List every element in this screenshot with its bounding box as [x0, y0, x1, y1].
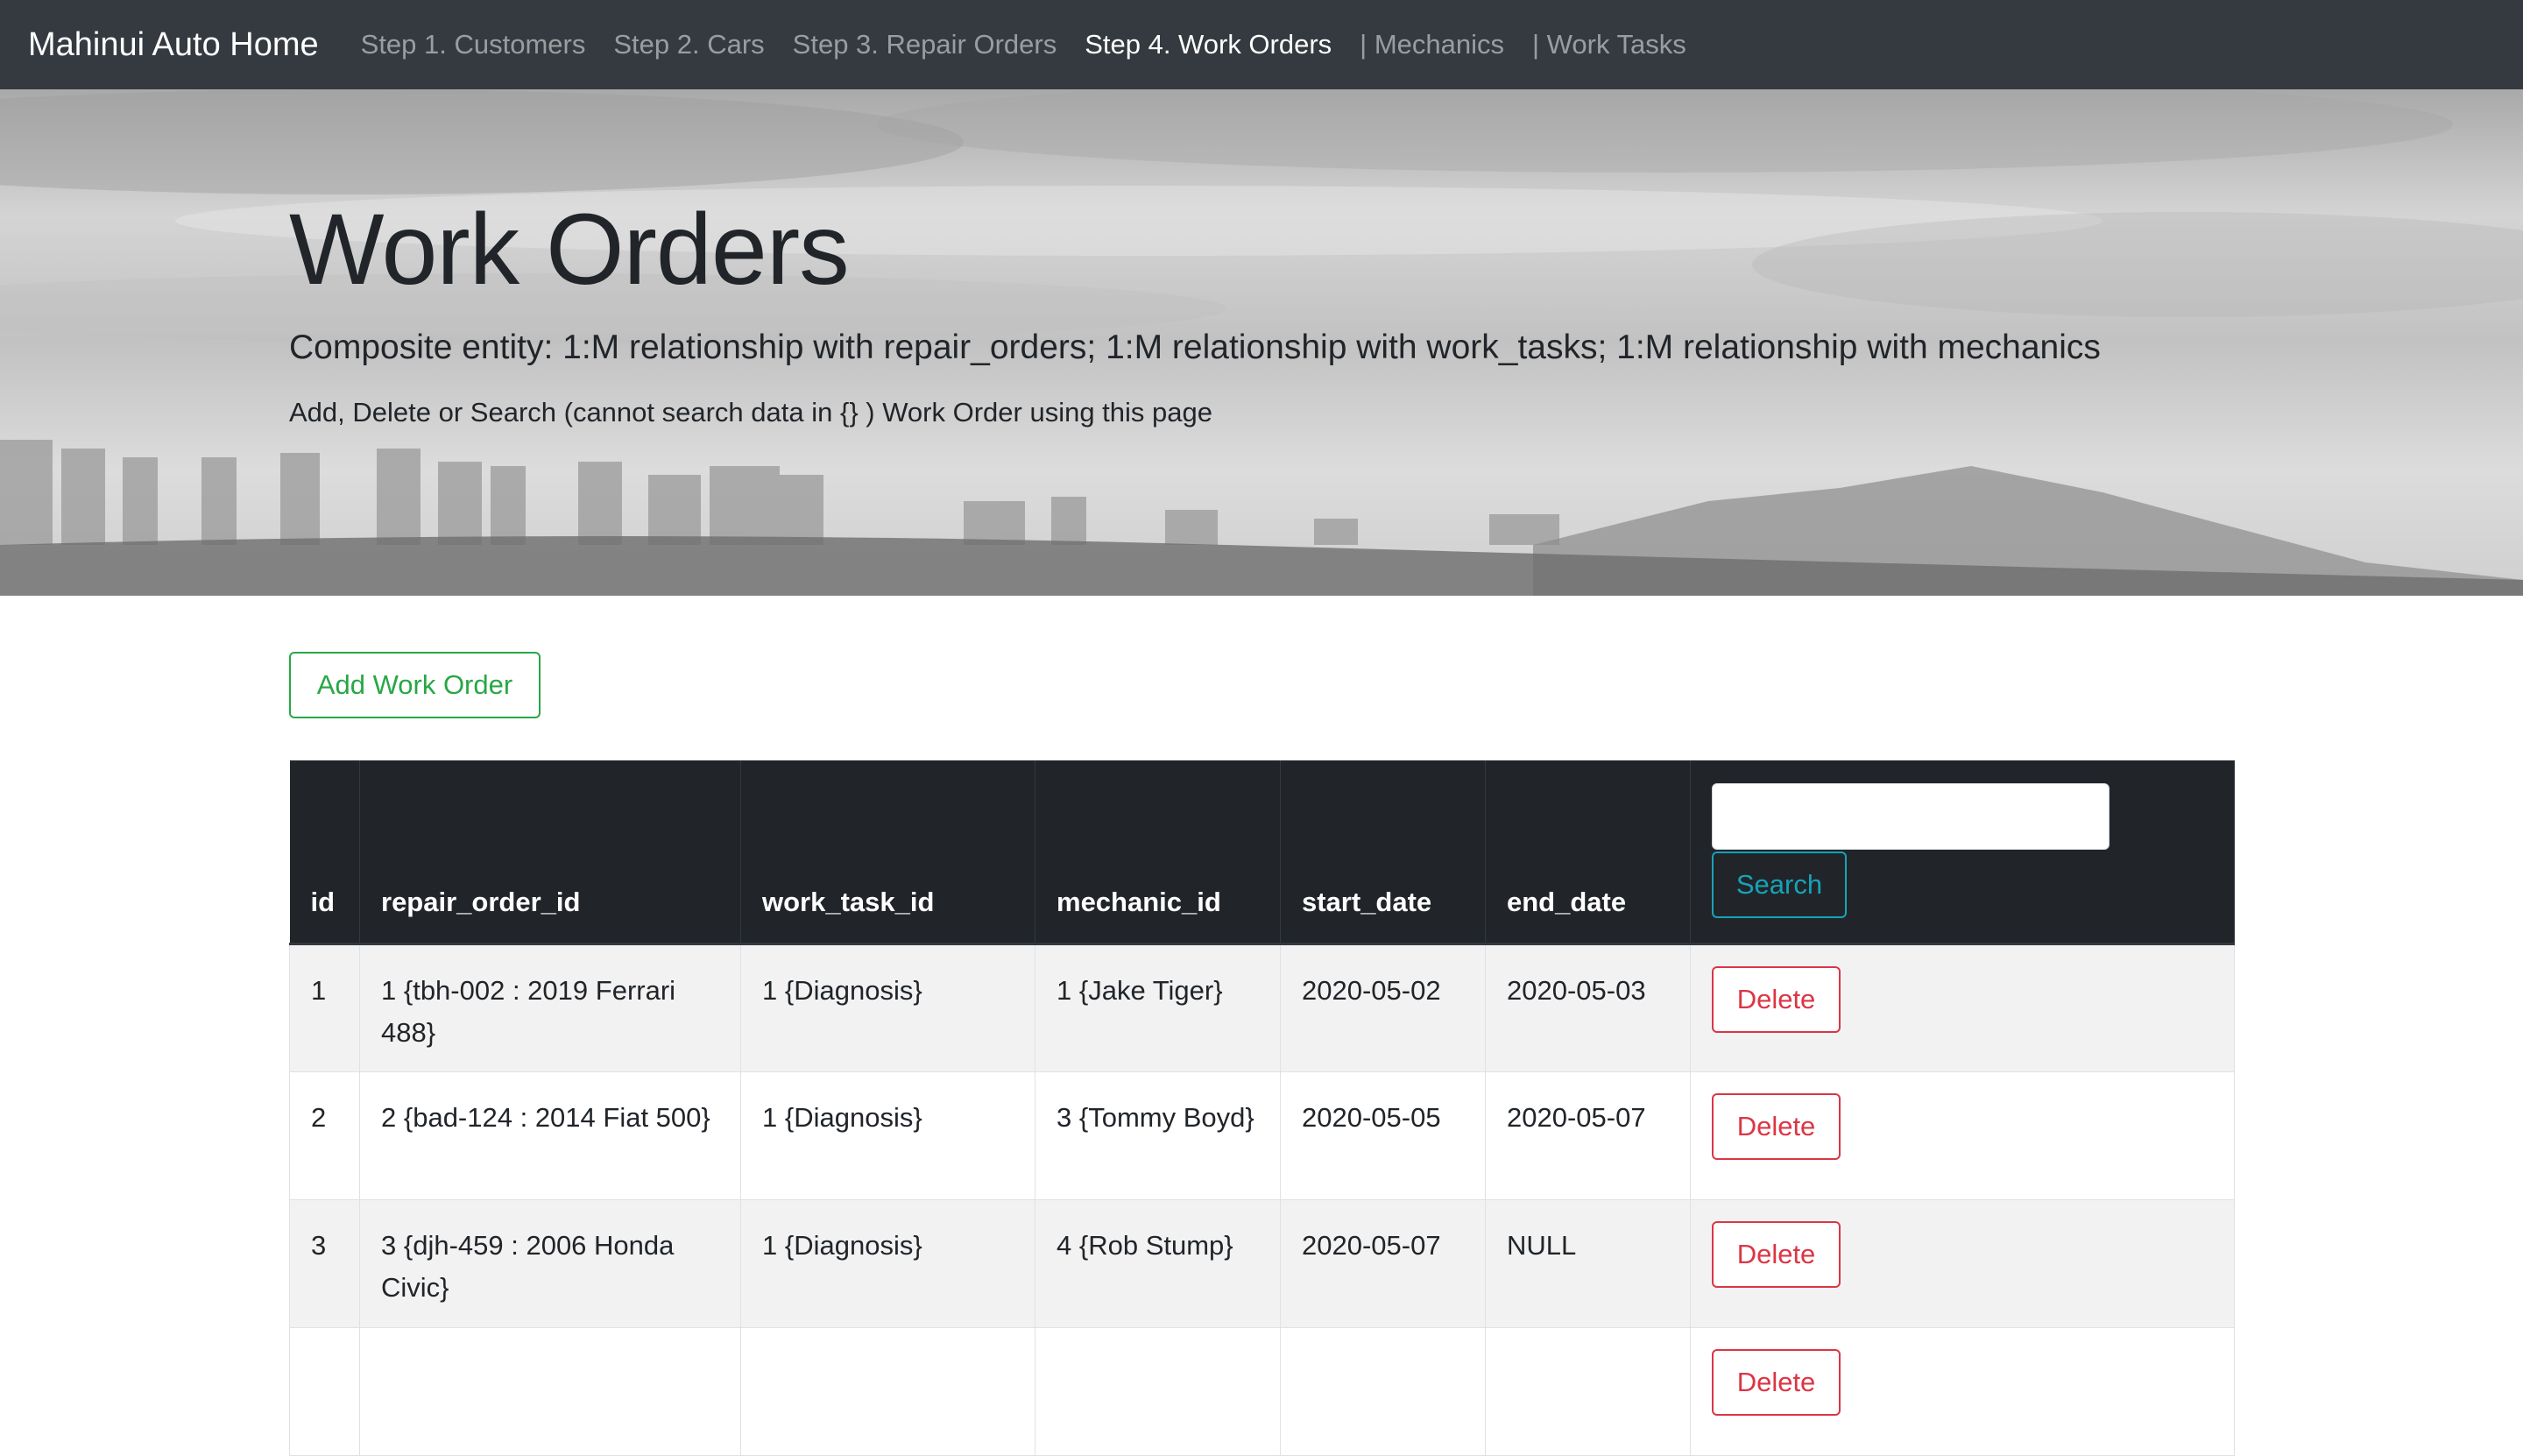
- cell-work-task-id: 1 {Diagnosis}: [740, 1199, 1035, 1328]
- search-button[interactable]: Search: [1712, 852, 1847, 918]
- search-header-cell: Search: [1690, 760, 2235, 945]
- cell-id: 3: [289, 1199, 360, 1328]
- cell-actions: Delete: [1690, 1071, 2235, 1200]
- brand-link[interactable]: Mahinui Auto Home: [28, 26, 319, 64]
- nav-link-mechanics[interactable]: | Mechanics: [1360, 29, 1504, 60]
- cell-repair-order-id: [359, 1327, 741, 1456]
- cell-work-task-id: 1 {Diagnosis}: [740, 1071, 1035, 1200]
- nav-link-cars[interactable]: Step 2. Cars: [613, 29, 764, 60]
- cell-start-date: 2020-05-07: [1280, 1199, 1486, 1328]
- search-input[interactable]: [1712, 783, 2110, 850]
- cell-actions: Delete: [1690, 1327, 2235, 1456]
- delete-button[interactable]: Delete: [1712, 1349, 1841, 1416]
- cell-end-date: 2020-05-07: [1485, 1071, 1691, 1200]
- column-header-work-task-id: work_task_id: [740, 760, 1035, 945]
- cell-mechanic-id: [1035, 1327, 1281, 1456]
- cell-id: 1: [289, 944, 360, 1072]
- work-orders-table: id repair_order_id work_task_id mechanic…: [289, 760, 2235, 1456]
- cell-mechanic-id: 1 {Jake Tiger}: [1035, 944, 1281, 1072]
- table-row: 2 2 {bad-124 : 2014 Fiat 500} 1 {Diagnos…: [289, 1071, 2235, 1200]
- cell-id: 2: [289, 1071, 360, 1200]
- table-row: 3 3 {djh-459 : 2006 Honda Civic} 1 {Diag…: [289, 1199, 2235, 1328]
- column-header-repair-order-id: repair_order_id: [359, 760, 741, 945]
- table-row: Delete: [289, 1327, 2235, 1456]
- cell-repair-order-id: 1 {tbh-002 : 2019 Ferrari 488}: [359, 944, 741, 1072]
- hero-content: Work Orders Composite entity: 1:M relati…: [289, 194, 2304, 428]
- nav-link-customers[interactable]: Step 1. Customers: [361, 29, 586, 60]
- column-header-end-date: end_date: [1485, 760, 1691, 945]
- nav-link-work-tasks[interactable]: | Work Tasks: [1532, 29, 1686, 60]
- cell-mechanic-id: 4 {Rob Stump}: [1035, 1199, 1281, 1328]
- column-header-mechanic-id: mechanic_id: [1035, 760, 1281, 945]
- nav-link-repair-orders[interactable]: Step 3. Repair Orders: [793, 29, 1057, 60]
- work-orders-table-container: id repair_order_id work_task_id mechanic…: [289, 760, 2235, 1456]
- cell-end-date: 2020-05-03: [1485, 944, 1691, 1072]
- nav-link-work-orders[interactable]: Step 4. Work Orders: [1085, 29, 1332, 60]
- cell-end-date: NULL: [1485, 1199, 1691, 1328]
- page-title: Work Orders: [289, 194, 850, 306]
- page-lead-text: Composite entity: 1:M relationship with …: [289, 328, 2101, 366]
- column-header-id: id: [289, 760, 360, 945]
- delete-button[interactable]: Delete: [1712, 1093, 1841, 1160]
- cell-repair-order-id: 3 {djh-459 : 2006 Honda Civic}: [359, 1199, 741, 1328]
- cell-start-date: [1280, 1327, 1486, 1456]
- table-header-row: id repair_order_id work_task_id mechanic…: [289, 760, 2235, 945]
- table-row: 1 1 {tbh-002 : 2019 Ferrari 488} 1 {Diag…: [289, 944, 2235, 1072]
- cell-work-task-id: [740, 1327, 1035, 1456]
- delete-button[interactable]: Delete: [1712, 1221, 1841, 1288]
- delete-button[interactable]: Delete: [1712, 966, 1841, 1033]
- cell-actions: Delete: [1690, 1199, 2235, 1328]
- hero-banner: Work Orders Composite entity: 1:M relati…: [0, 89, 2523, 596]
- cell-id: [289, 1327, 360, 1456]
- add-work-order-button[interactable]: Add Work Order: [289, 652, 541, 718]
- column-header-start-date: start_date: [1280, 760, 1486, 945]
- cell-end-date: [1485, 1327, 1691, 1456]
- cell-mechanic-id: 3 {Tommy Boyd}: [1035, 1071, 1281, 1200]
- top-navbar: Mahinui Auto Home Step 1. Customers Step…: [0, 0, 2523, 89]
- cell-repair-order-id: 2 {bad-124 : 2014 Fiat 500}: [359, 1071, 741, 1200]
- cell-start-date: 2020-05-02: [1280, 944, 1486, 1072]
- cell-start-date: 2020-05-05: [1280, 1071, 1486, 1200]
- cell-work-task-id: 1 {Diagnosis}: [740, 944, 1035, 1072]
- page-subtitle: Add, Delete or Search (cannot search dat…: [289, 396, 1212, 428]
- cell-actions: Delete: [1690, 944, 2235, 1072]
